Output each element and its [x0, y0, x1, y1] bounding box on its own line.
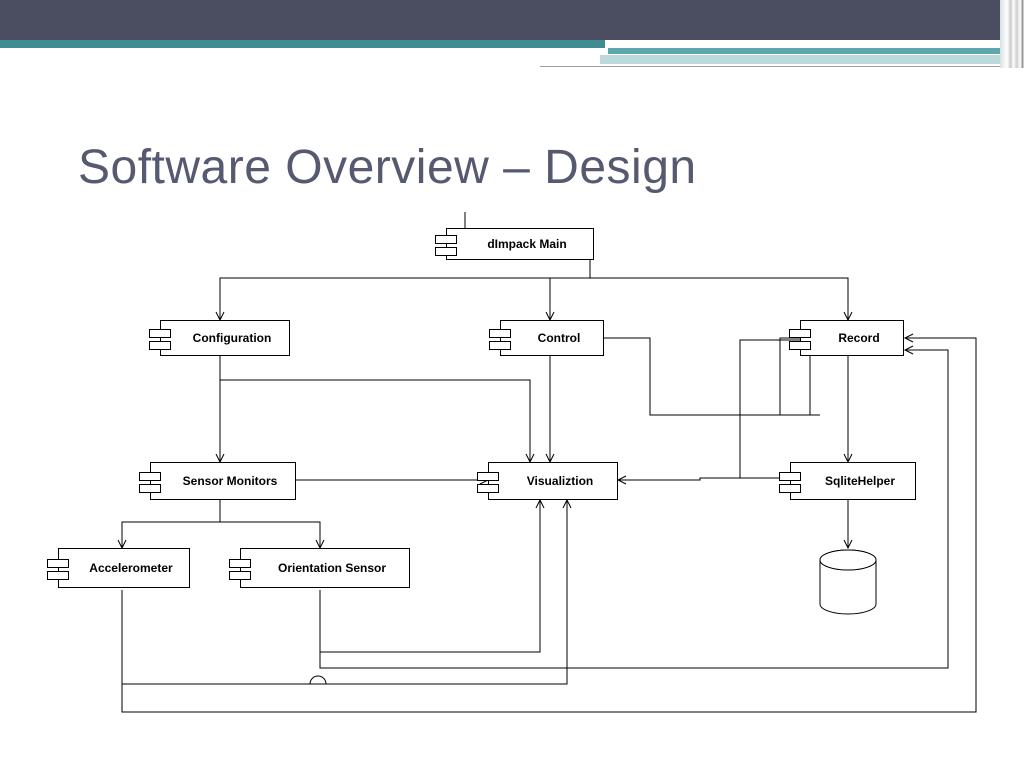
component-orientation-sensor: Orientation Sensor	[240, 548, 410, 588]
architecture-diagram: dImpack Main Configuration Control Recor…	[0, 0, 1024, 768]
component-label: Sensor Monitors	[151, 463, 295, 499]
component-label: Control	[501, 321, 603, 355]
diagram-connectors	[0, 0, 1024, 768]
component-label: Orientation Sensor	[241, 549, 409, 587]
database-icon	[820, 550, 876, 614]
component-control: Control	[500, 320, 604, 356]
component-record: Record	[800, 320, 904, 356]
component-visualization: Visualiztion	[488, 462, 618, 500]
component-label: dImpack Main	[447, 229, 593, 259]
component-sqlitehelper: SqliteHelper	[790, 462, 916, 500]
component-configuration: Configuration	[160, 320, 290, 356]
component-main: dImpack Main	[446, 228, 594, 260]
component-sensor-monitors: Sensor Monitors	[150, 462, 296, 500]
component-accelerometer: Accelerometer	[58, 548, 190, 588]
component-label: Configuration	[161, 321, 289, 355]
component-label: Record	[801, 321, 903, 355]
component-label: Visualiztion	[489, 463, 617, 499]
component-label: Accelerometer	[59, 549, 189, 587]
component-label: SqliteHelper	[791, 463, 915, 499]
